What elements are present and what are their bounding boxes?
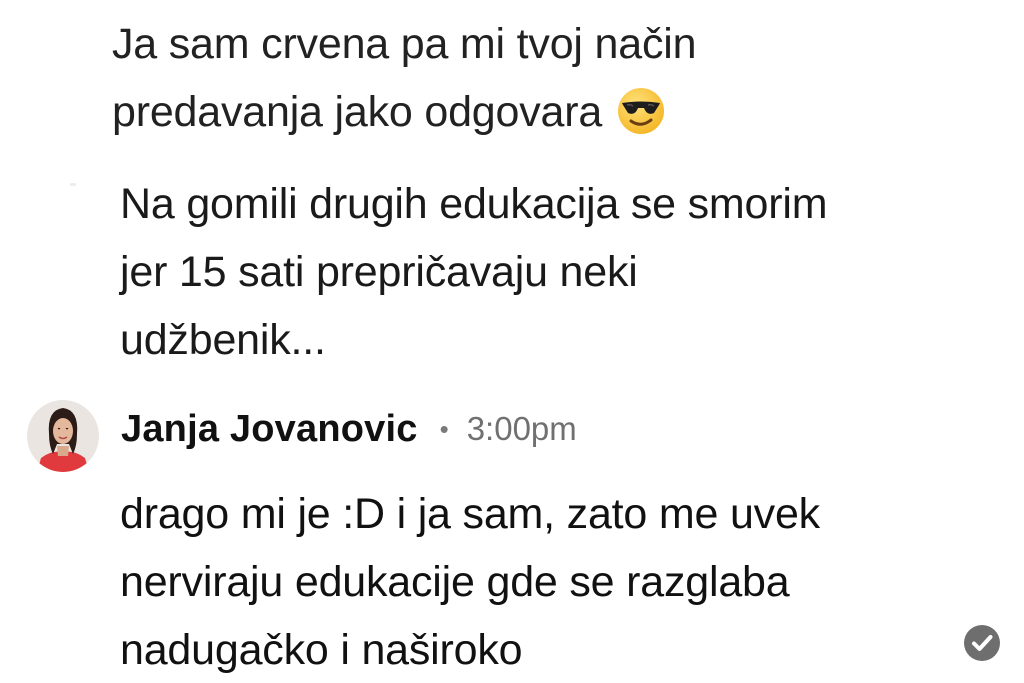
message-line: nadugačko i naširoko xyxy=(120,626,523,674)
reply-message: drago mi je :D i ja sam, zato me uvek ne… xyxy=(120,480,820,683)
message-line: nerviraju edukacije gde se razglaba xyxy=(120,558,790,606)
author-name[interactable]: Janja Jovanovic xyxy=(121,408,418,451)
sunglasses-emoji-icon xyxy=(616,86,666,156)
message-line: udžbenik... xyxy=(120,316,326,364)
message-line: Na gomili drugih edukacija se smorim xyxy=(120,180,828,228)
message-bubble-1: Ja sam crvena pa mi tvoj način predavanj… xyxy=(112,10,697,156)
avatar[interactable] xyxy=(27,400,99,472)
message-line-text: predavanja jako odgovara xyxy=(112,88,603,136)
message-line: predavanja jako odgovara xyxy=(112,78,696,156)
separator-dot: • xyxy=(439,413,449,444)
reply-header: Janja Jovanovic • 3:00pm xyxy=(121,400,577,458)
timestamp: 3:00pm xyxy=(466,410,577,447)
message-line: jer 15 sati prepričavaju neki xyxy=(120,248,638,296)
message-line: drago mi je :D i ja sam, zato me uvek xyxy=(120,490,820,538)
message-bubble-2: Na gomili drugih edukacija se smorim jer… xyxy=(120,170,828,374)
divider-mark xyxy=(70,183,76,186)
read-check-icon xyxy=(962,623,1002,663)
message-line: Ja sam crvena pa mi tvoj način xyxy=(112,20,697,68)
